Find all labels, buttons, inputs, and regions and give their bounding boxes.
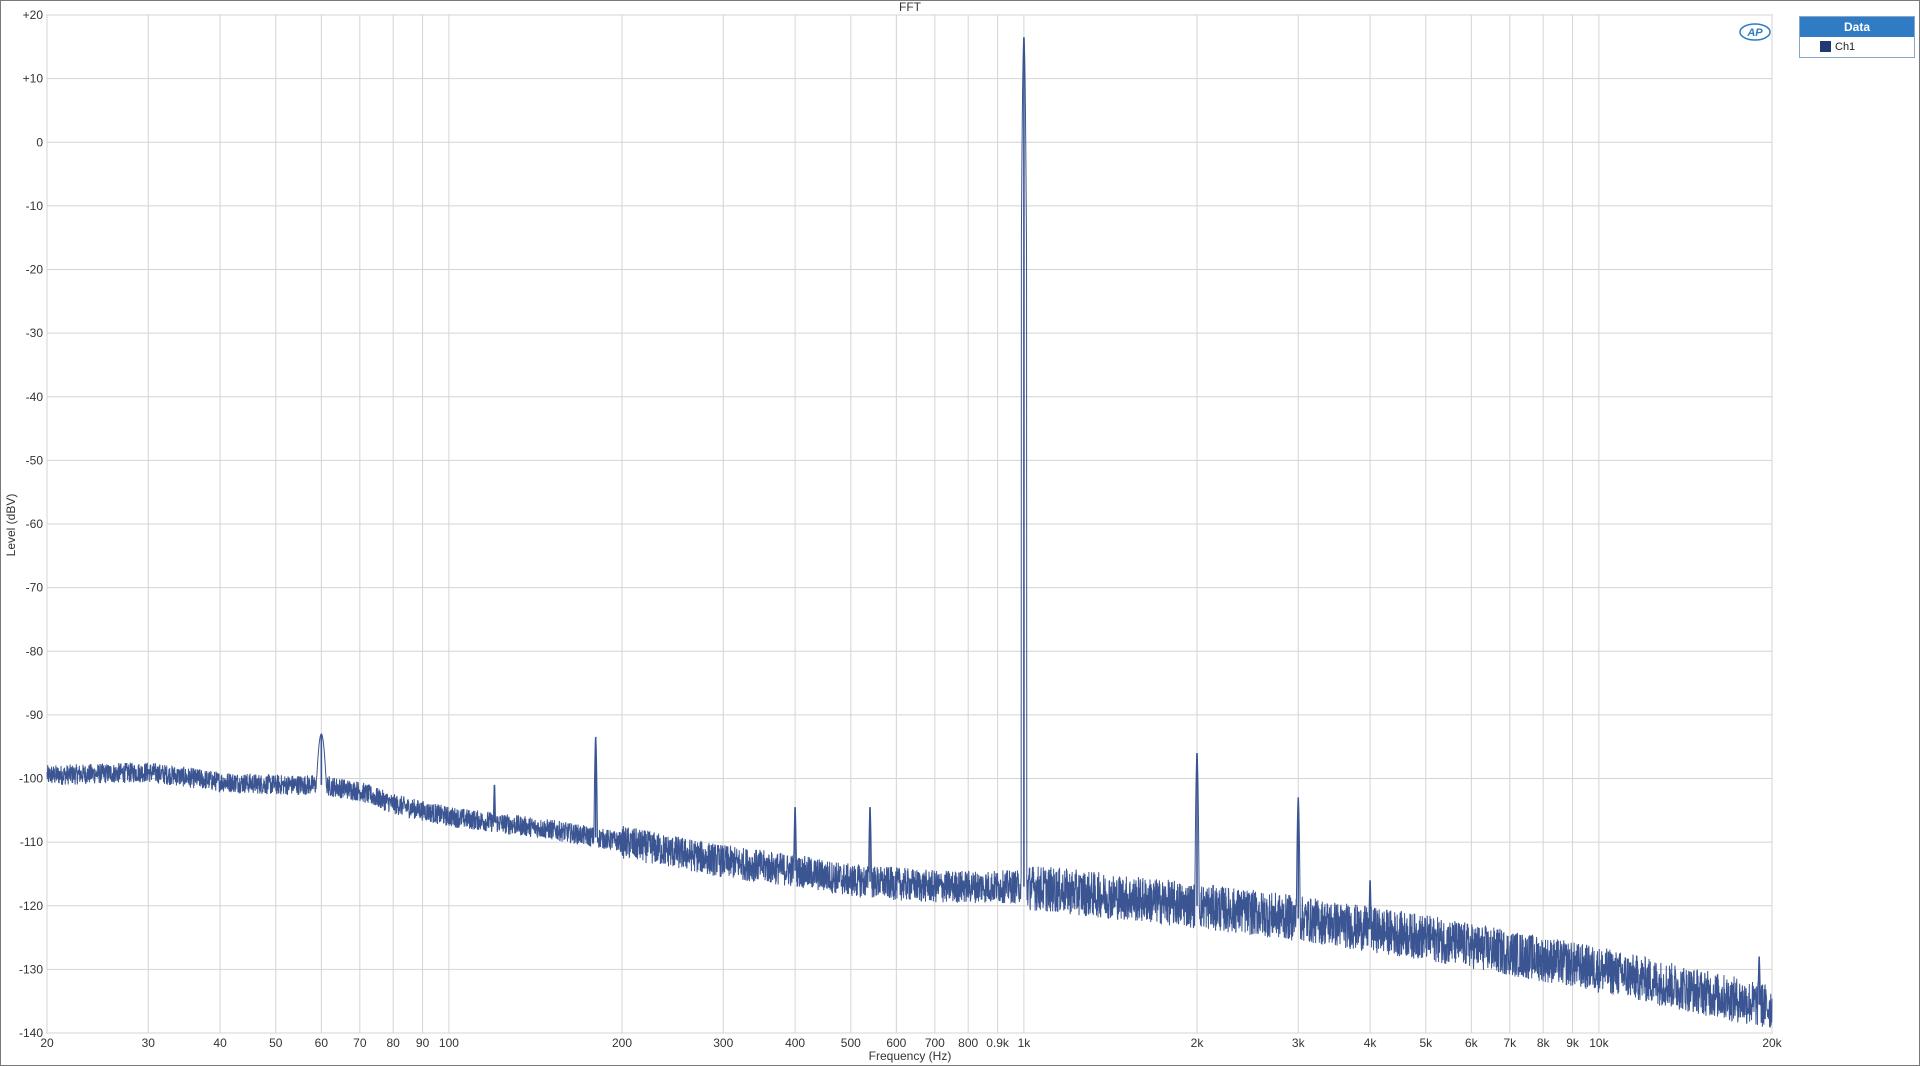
y-tick-label: +10 [23, 72, 44, 86]
y-tick-label: -20 [26, 263, 44, 277]
x-tick-label: 400 [785, 1036, 805, 1050]
y-tick-label: -60 [26, 517, 44, 531]
legend-panel[interactable]: Data Ch1 [1799, 16, 1915, 58]
y-axis-title: Level (dBV) [4, 494, 18, 557]
x-tick-label: 8k [1537, 1036, 1551, 1050]
y-tick-label: -70 [26, 581, 44, 595]
x-tick-label: 2k [1191, 1036, 1205, 1050]
y-tick-label: -80 [26, 644, 44, 658]
x-tick-label: 80 [387, 1036, 401, 1050]
x-tick-label: 9k [1566, 1036, 1580, 1050]
y-tick-label: -140 [19, 1026, 43, 1040]
x-axis-title: Frequency (Hz) [869, 1049, 952, 1063]
x-tick-label: 500 [841, 1036, 861, 1050]
x-tick-label: 300 [713, 1036, 733, 1050]
x-tick-label: 700 [925, 1036, 945, 1050]
x-tick-label: 200 [612, 1036, 632, 1050]
y-tick-label: -90 [26, 708, 44, 722]
y-tick-label: -120 [19, 899, 43, 913]
x-tick-label: 70 [353, 1036, 367, 1050]
ap-logo-text: AP [1746, 27, 1763, 39]
y-tick-label: -10 [26, 199, 44, 213]
fft-chart: 20 30 40 50 60 70 80 90 100 200 300 400 500 600 700 800… [4, 0, 1783, 1063]
legend-item-ch1[interactable]: Ch1 [1800, 37, 1914, 56]
x-tick-label: 6k [1465, 1036, 1479, 1050]
legend-item-label: Ch1 [1835, 40, 1856, 53]
x-tick-label: 4k [1364, 1036, 1378, 1050]
x-tick-label: 50 [269, 1036, 283, 1050]
x-tick-label: 30 [142, 1036, 156, 1050]
y-tick-label: -50 [26, 453, 44, 467]
x-tick-label: 600 [886, 1036, 906, 1050]
chart-title: FFT [899, 0, 922, 14]
y-tick-label: +20 [23, 8, 44, 22]
x-tick-label: 10k [1589, 1036, 1609, 1050]
x-tick-label: 3k [1292, 1036, 1306, 1050]
legend-swatch [1820, 41, 1831, 52]
y-tick-label: -130 [19, 962, 43, 976]
y-tick-label: -40 [26, 390, 44, 404]
x-tick-label: 800 [958, 1036, 978, 1050]
y-tick-label: 0 [36, 135, 43, 149]
x-tick-label: 90 [416, 1036, 430, 1050]
x-tick-label: 60 [315, 1036, 329, 1050]
y-tick-label: -30 [26, 326, 44, 340]
x-tick-labels: 20 30 40 50 60 70 80 90 100 200 300 400 500 600 700 800… [40, 1036, 1782, 1050]
x-tick-label: 7k [1503, 1036, 1517, 1050]
y-tick-label: -100 [19, 772, 43, 786]
x-tick-label: 40 [213, 1036, 227, 1050]
x-tick-label: 100 [439, 1036, 459, 1050]
x-tick-label: 0.9k [986, 1036, 1010, 1050]
x-tick-label: 5k [1419, 1036, 1433, 1050]
legend-header: Data [1800, 17, 1914, 37]
ap-logo: AP [1739, 23, 1771, 41]
y-tick-label: -110 [20, 835, 43, 849]
x-tick-label: 1k [1018, 1036, 1032, 1050]
y-tick-labels: +20 +10 0 -10 -20 -30 -40 -50 -60 -70 -80 -90 -100 -1… [19, 8, 43, 1040]
x-tick-label: 20k [1762, 1036, 1782, 1050]
